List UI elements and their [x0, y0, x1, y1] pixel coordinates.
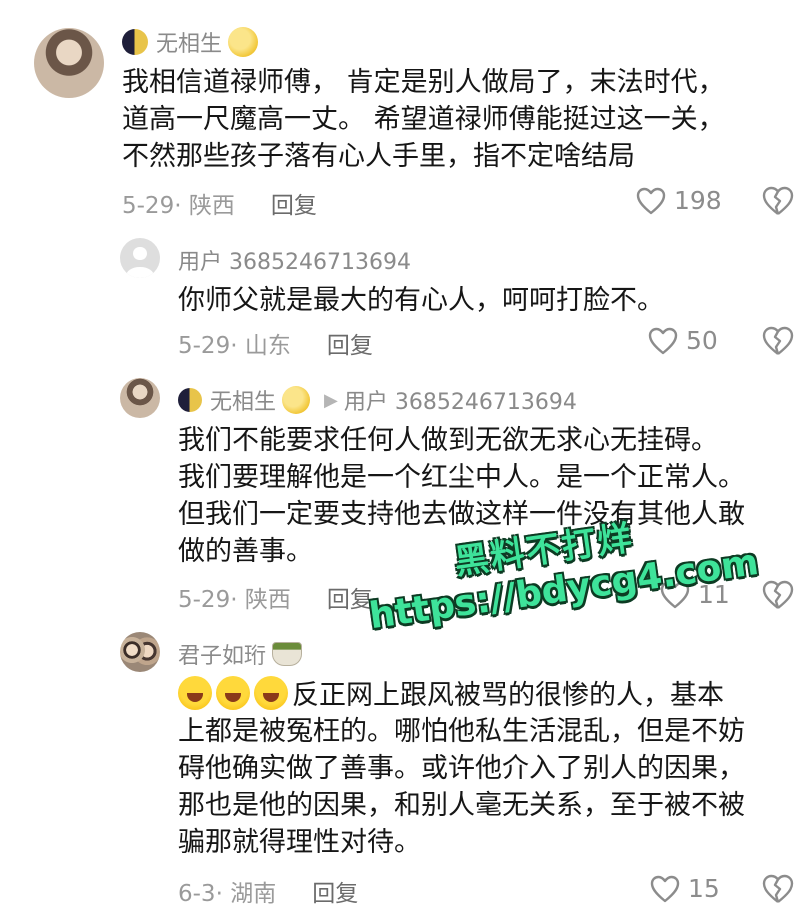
- comment-meta: 5-29· 山东 回复: [178, 326, 373, 360]
- half-moon-emoji-icon: [178, 388, 202, 412]
- comment-line: 那也是他的因果，和别人毫无关系，至于被不被: [178, 790, 745, 821]
- comment-author-row: 无相生 ▶ 用户 3685246713694: [178, 384, 577, 416]
- laughing-crying-emoji-icon: [254, 676, 288, 710]
- comment-line: 骗那就得理性对待。: [178, 827, 421, 858]
- date-location: 6-3· 湖南: [178, 881, 277, 907]
- avatar[interactable]: [120, 378, 160, 418]
- comment-line: 道高一尺魔高一丈。 希望道禄师傅能挺过这一关，: [122, 104, 725, 135]
- comment-line: 不然那些孩子落有心人手里，指不定啥结局: [122, 141, 635, 172]
- like-button[interactable]: 50: [648, 326, 718, 355]
- comment-text: 我相信道禄师傅， 肯定是别人做局了，末法时代， 道高一尺魔高一丈。 希望道禄师傅…: [122, 64, 725, 175]
- heart-outline-icon: [650, 875, 680, 903]
- comment-text: 你师父就是最大的有心人，呵呵打脸不。: [178, 282, 664, 319]
- comment-line: 我相信道禄师傅， 肯定是别人做局了，末法时代，: [122, 67, 725, 98]
- laughing-crying-emoji-icon: [178, 676, 212, 710]
- avatar[interactable]: [34, 28, 104, 98]
- comment-line: 碍他确实做了善事。或许他介入了别人的因果，: [178, 753, 745, 784]
- play-arrow-icon: ▶: [324, 389, 338, 411]
- username[interactable]: 君子如珩: [178, 638, 266, 670]
- full-moon-emoji-icon: [228, 27, 259, 57]
- comment-meta: 5-29· 陕西 回复: [122, 186, 317, 220]
- like-count: 15: [688, 874, 720, 903]
- broken-heart-icon[interactable]: [762, 326, 794, 356]
- avatar[interactable]: [120, 238, 160, 278]
- comment-author-row: 君子如珩: [178, 638, 303, 670]
- comment-first-line: 反正网上跟风被骂的很惨的人，基本: [178, 676, 745, 713]
- reply-button[interactable]: 回复: [312, 874, 358, 908]
- comment-author-row: 无相生: [122, 26, 259, 58]
- heart-outline-icon: [636, 187, 666, 215]
- heart-outline-icon: [648, 327, 678, 355]
- broken-heart-icon[interactable]: [762, 186, 794, 216]
- comment-line: 你师父就是最大的有心人，呵呵打脸不。: [178, 285, 664, 316]
- reply-button[interactable]: 回复: [271, 186, 317, 220]
- comment-meta: 5-29· 陕西 回复: [178, 580, 373, 614]
- reply-to-username[interactable]: 用户 3685246713694: [344, 384, 577, 416]
- reply-button[interactable]: 回复: [327, 326, 373, 360]
- comment-text: 反正网上跟风被骂的很惨的人，基本 上都是被冤枉的。哪怕他私生活混乱，但是不妨 碍…: [178, 676, 745, 861]
- laughing-crying-emoji-icon: [216, 676, 250, 710]
- date-location: 5-29· 陕西: [178, 587, 291, 613]
- date-location: 5-29· 陕西: [122, 193, 235, 219]
- avatar[interactable]: [120, 632, 160, 672]
- username[interactable]: 用户 3685246713694: [178, 244, 411, 276]
- like-count: 198: [674, 186, 722, 215]
- comment-line: 上都是被冤枉的。哪怕他私生活混乱，但是不妨: [178, 716, 745, 747]
- username[interactable]: 无相生: [210, 384, 276, 416]
- broken-heart-icon[interactable]: [762, 580, 794, 610]
- like-button[interactable]: 198: [636, 186, 722, 215]
- comment-author-row: 用户 3685246713694: [178, 244, 411, 276]
- broken-heart-icon[interactable]: [762, 874, 794, 904]
- comment-line: 反正网上跟风被骂的很惨的人，基本: [292, 680, 724, 711]
- full-moon-emoji-icon: [282, 386, 311, 414]
- comment-line: 我们不能要求任何人做到无欲无求心无挂碍。: [178, 425, 718, 456]
- username[interactable]: 无相生: [156, 26, 222, 58]
- half-moon-emoji-icon: [122, 29, 148, 55]
- date-location: 5-29· 山东: [178, 333, 291, 359]
- comment-meta: 6-3· 湖南 回复: [178, 874, 358, 908]
- like-count: 50: [686, 326, 718, 355]
- comment-line: 我们要理解他是一个红尘中人。是一个正常人。: [178, 462, 745, 493]
- like-button[interactable]: 15: [650, 874, 720, 903]
- tea-emoji-icon: [272, 642, 303, 666]
